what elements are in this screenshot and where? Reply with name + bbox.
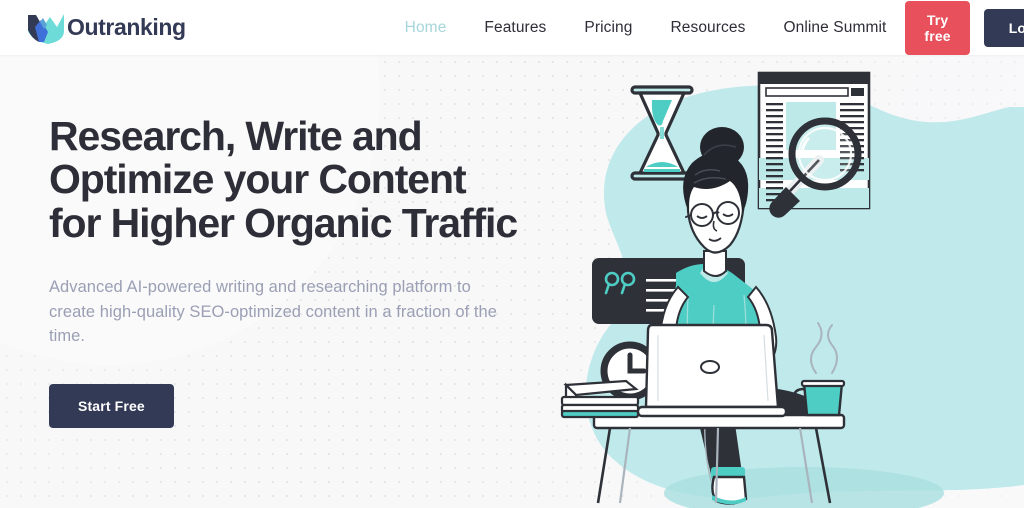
nav-item-online-summit[interactable]: Online Summit xyxy=(764,19,905,37)
logo[interactable]: Outranking xyxy=(26,11,186,45)
main-navigation: Home Features Pricing Resources Online S… xyxy=(386,19,906,37)
hero-copy: Research, Write and Optimize your Conten… xyxy=(49,113,519,428)
nav-item-home[interactable]: Home xyxy=(386,19,466,37)
nav-item-pricing[interactable]: Pricing xyxy=(565,19,651,37)
mountain-logo-icon xyxy=(26,11,66,45)
hero-section: Research, Write and Optimize your Conten… xyxy=(0,55,1024,508)
hero-subtitle: Advanced AI-powered writing and research… xyxy=(49,278,497,346)
start-free-button[interactable]: Start Free xyxy=(49,383,174,428)
nav-item-features[interactable]: Features xyxy=(465,19,565,37)
woman-working-at-desk-illustration xyxy=(554,55,1024,508)
book-stack xyxy=(560,379,640,419)
laptop xyxy=(636,323,788,418)
logo-text: Outranking xyxy=(67,14,186,40)
site-header: Outranking Home Features Pricing Resourc… xyxy=(0,0,1024,55)
login-button[interactable]: Login xyxy=(983,8,1024,47)
document-with-magnifier xyxy=(757,71,871,218)
page-title: Research, Write and Optimize your Conten… xyxy=(49,113,518,246)
nav-item-resources[interactable]: Resources xyxy=(651,19,764,37)
header-actions: Try free Login xyxy=(905,0,1024,55)
try-free-button[interactable]: Try free xyxy=(905,0,970,55)
